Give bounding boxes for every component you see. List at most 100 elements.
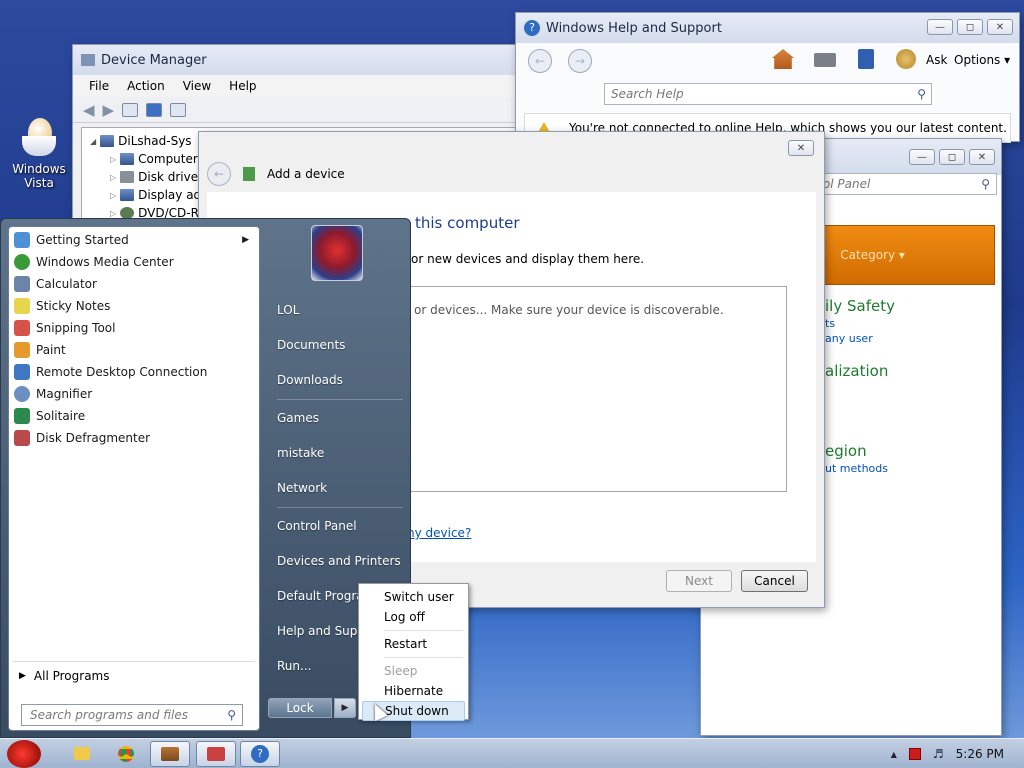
close-button[interactable]: ✕ bbox=[969, 149, 995, 165]
category-link[interactable]: ut methods bbox=[825, 462, 888, 475]
back-button[interactable]: ← bbox=[207, 162, 231, 186]
program-item[interactable]: Windows Media Center bbox=[9, 251, 259, 273]
program-label: Getting Started bbox=[36, 233, 129, 247]
device-list[interactable]: or devices... Make sure your device is d… bbox=[397, 286, 787, 492]
start-item-mistake[interactable]: mistake bbox=[277, 446, 324, 460]
program-item[interactable]: Snipping Tool bbox=[9, 317, 259, 339]
search-icon[interactable]: ⚲ bbox=[917, 87, 926, 101]
category-link[interactable]: ts bbox=[825, 317, 895, 330]
ask-people-icon[interactable] bbox=[896, 49, 916, 69]
menu-hibernate[interactable]: Hibernate bbox=[362, 681, 465, 701]
submenu-arrow-icon: ▶ bbox=[242, 235, 249, 245]
cancel-button[interactable]: Cancel bbox=[741, 570, 808, 592]
minimize-button[interactable]: — bbox=[909, 149, 935, 165]
start-button[interactable] bbox=[0, 739, 48, 768]
user-picture[interactable] bbox=[311, 225, 363, 281]
category-title[interactable]: ily Safety bbox=[825, 297, 895, 315]
help-search-box[interactable]: Search Help ⚲ bbox=[604, 83, 932, 105]
taskbar-help-button[interactable]: ? bbox=[240, 740, 280, 767]
back-button[interactable]: ← bbox=[528, 49, 552, 73]
back-arrow-icon[interactable]: ◀ bbox=[83, 101, 95, 119]
all-programs-button[interactable]: ▶ All Programs bbox=[19, 669, 110, 683]
control-panel-search-input[interactable]: rol Panel bbox=[818, 177, 981, 191]
taskbar-chrome-button[interactable] bbox=[106, 741, 146, 767]
menu-view[interactable]: View bbox=[183, 79, 211, 93]
start-item-games[interactable]: Games bbox=[277, 411, 319, 425]
start-item-run[interactable]: Run... bbox=[277, 659, 311, 673]
program-item[interactable]: Getting Started ▶ bbox=[9, 229, 259, 251]
volume-icon[interactable]: ♬ bbox=[933, 747, 944, 761]
search-icon[interactable]: ⚲ bbox=[981, 177, 990, 191]
menu-action[interactable]: Action bbox=[127, 79, 165, 93]
programs-pane: Getting Started ▶ Windows Media Center Ca… bbox=[8, 226, 260, 731]
start-item-devices-printers[interactable]: Devices and Printers bbox=[277, 554, 401, 568]
category-region[interactable]: egion ut methods bbox=[825, 442, 888, 475]
category-personalization[interactable]: alization bbox=[825, 362, 888, 380]
forward-button[interactable]: → bbox=[568, 49, 592, 73]
show-hidden-icon[interactable] bbox=[170, 102, 187, 117]
program-item[interactable]: Disk Defragmenter bbox=[9, 427, 259, 449]
home-icon[interactable] bbox=[772, 49, 794, 69]
category-dropdown[interactable]: Category ▾ bbox=[840, 248, 905, 262]
start-item-user[interactable]: LOL bbox=[277, 303, 299, 317]
menu-restart[interactable]: Restart bbox=[362, 634, 465, 654]
print-icon[interactable] bbox=[814, 53, 836, 67]
start-item-downloads[interactable]: Downloads bbox=[277, 373, 343, 387]
show-hidden-icons-icon[interactable]: ▲ bbox=[891, 750, 897, 759]
lock-button[interactable]: Lock bbox=[268, 698, 332, 718]
menu-file[interactable]: File bbox=[89, 79, 109, 93]
next-button[interactable]: Next bbox=[666, 570, 732, 592]
program-item[interactable]: Magnifier bbox=[9, 383, 259, 405]
minimize-button[interactable]: — bbox=[927, 19, 953, 35]
window-controls: — ◻ ✕ bbox=[909, 149, 995, 165]
help-search-input[interactable]: Search Help bbox=[611, 87, 917, 101]
start-item-documents[interactable]: Documents bbox=[277, 338, 345, 352]
network-icon[interactable] bbox=[908, 748, 921, 760]
program-label: Remote Desktop Connection bbox=[36, 365, 208, 379]
category-title[interactable]: egion bbox=[825, 442, 888, 460]
taskbar-device-manager-button[interactable] bbox=[150, 740, 190, 767]
menu-help[interactable]: Help bbox=[229, 79, 256, 93]
control-panel-search[interactable]: rol Panel ⚲ bbox=[811, 173, 997, 195]
category-family-safety[interactable]: ily Safety ts any user bbox=[825, 297, 895, 345]
forward-arrow-icon[interactable]: ▶ bbox=[103, 101, 115, 119]
power-options-arrow-button[interactable]: ▶ bbox=[334, 698, 356, 718]
windows-vista-desktop-icon[interactable]: Windows Vista bbox=[8, 118, 70, 190]
view-by-bar: y: Category ▾ bbox=[811, 225, 995, 285]
maximize-button[interactable]: ◻ bbox=[957, 19, 983, 35]
program-item[interactable]: Remote Desktop Connection bbox=[9, 361, 259, 383]
solitaire-icon bbox=[14, 408, 30, 424]
program-label: Magnifier bbox=[36, 387, 93, 401]
program-item[interactable]: Paint bbox=[9, 339, 259, 361]
options-menu[interactable]: Options ▾ bbox=[954, 53, 1010, 67]
start-item-control-panel[interactable]: Control Panel bbox=[277, 519, 357, 533]
search-icon[interactable]: ⚲ bbox=[227, 708, 236, 722]
category-link[interactable]: any user bbox=[825, 332, 895, 345]
help-link[interactable]: ny device? bbox=[407, 526, 471, 540]
category-title[interactable]: alization bbox=[825, 362, 888, 380]
start-search-input[interactable]: Search programs and files bbox=[30, 708, 227, 722]
help-support-window: ? Windows Help and Support — ◻ ✕ ← → Ask… bbox=[515, 12, 1020, 143]
close-button[interactable]: ✕ bbox=[987, 19, 1013, 35]
program-item[interactable]: Calculator bbox=[9, 273, 259, 295]
properties-icon[interactable] bbox=[122, 102, 139, 117]
add-device-icon bbox=[207, 746, 225, 761]
window-title: Windows Help and Support bbox=[546, 20, 722, 36]
ask-label[interactable]: Ask bbox=[926, 53, 947, 67]
close-button[interactable]: ✕ bbox=[788, 140, 814, 156]
menu-switch-user[interactable]: Switch user bbox=[362, 587, 465, 607]
taskbar-explorer-button[interactable] bbox=[62, 741, 102, 767]
program-label: Snipping Tool bbox=[36, 321, 116, 335]
menu-sleep[interactable]: Sleep bbox=[362, 661, 465, 681]
start-search-box[interactable]: Search programs and files ⚲ bbox=[21, 704, 243, 726]
clock[interactable]: 5:26 PM bbox=[956, 747, 1004, 761]
menu-log-off[interactable]: Log off bbox=[362, 607, 465, 627]
maximize-button[interactable]: ◻ bbox=[939, 149, 965, 165]
help-icon[interactable] bbox=[146, 102, 163, 117]
start-item-network[interactable]: Network bbox=[277, 481, 327, 495]
browse-help-icon[interactable] bbox=[858, 49, 874, 69]
program-item[interactable]: Sticky Notes bbox=[9, 295, 259, 317]
egg-cup-icon bbox=[22, 118, 56, 158]
taskbar-add-device-button[interactable] bbox=[196, 740, 236, 767]
program-item[interactable]: Solitaire bbox=[9, 405, 259, 427]
